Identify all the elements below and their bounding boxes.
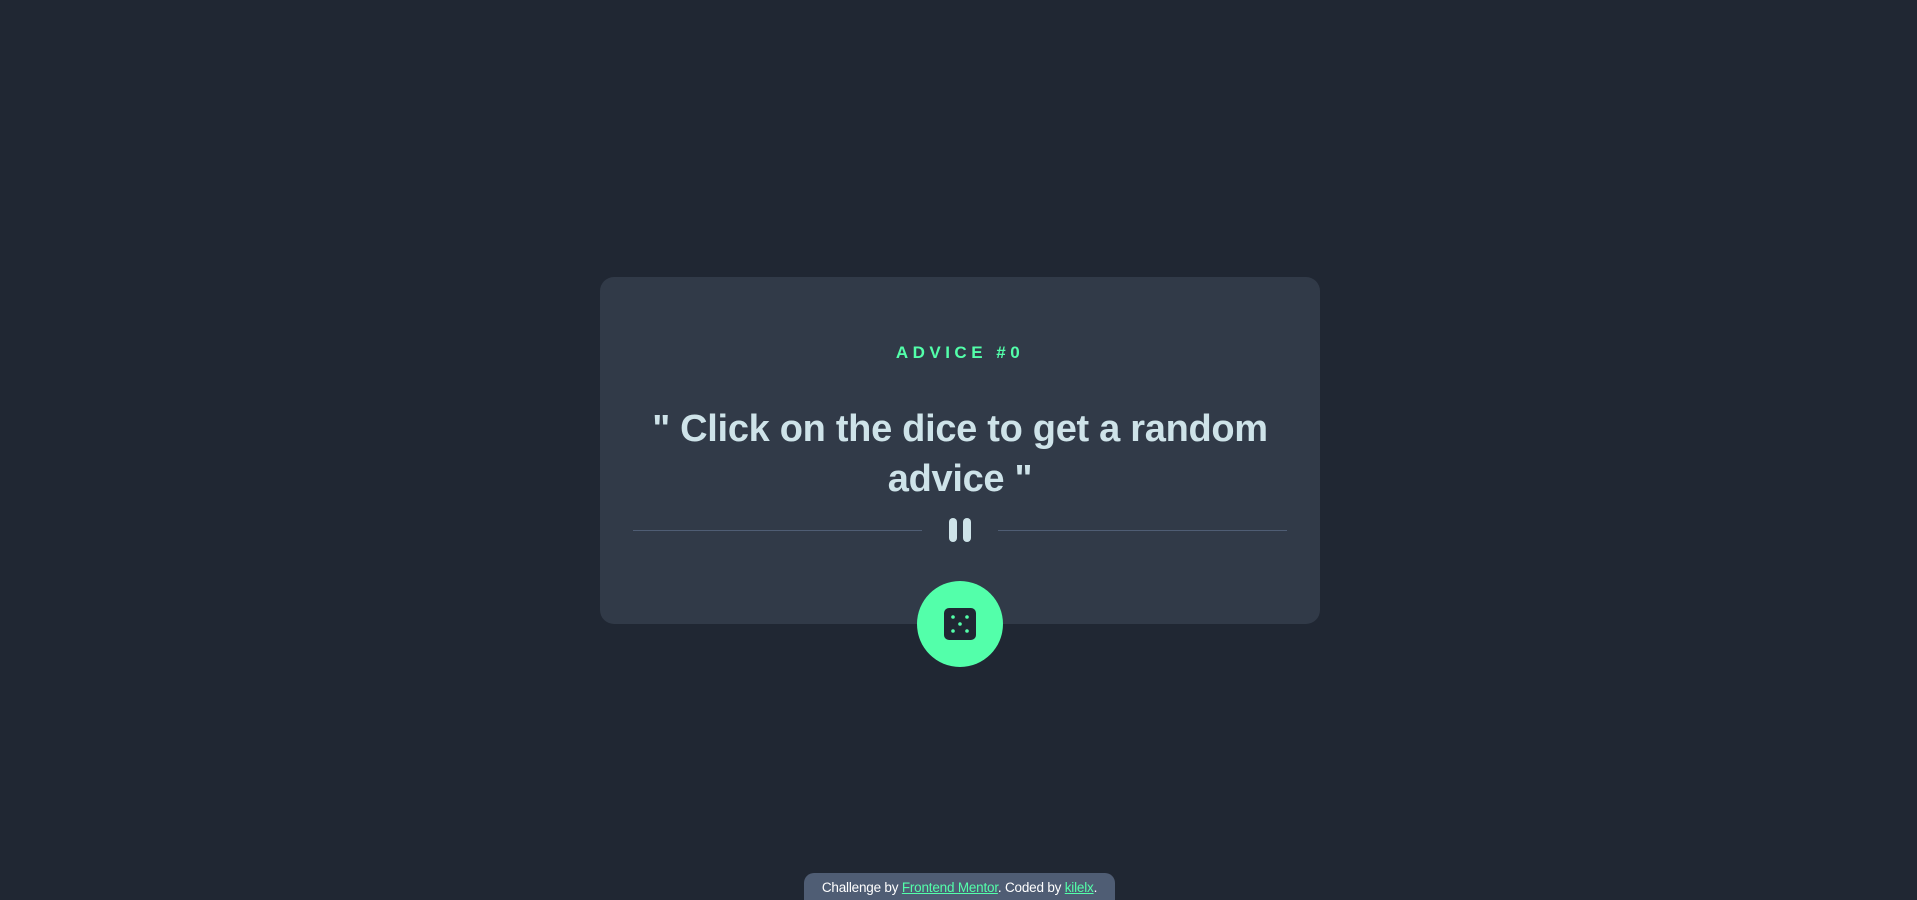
dice-button[interactable] — [917, 581, 1003, 667]
attribution-prefix: Challenge by — [821, 880, 902, 895]
frontend-mentor-link[interactable]: Frontend Mentor — [902, 880, 998, 895]
author-link[interactable]: kilelx — [1065, 880, 1094, 895]
divider — [633, 518, 1287, 542]
attribution-middle: . Coded by — [997, 880, 1065, 895]
divider-line-left — [633, 530, 922, 531]
pause-quote-icon — [949, 518, 971, 542]
divider-line-right — [998, 530, 1287, 531]
advice-id: ADVICE #0 — [895, 343, 1025, 362]
attribution-suffix: . — [1093, 880, 1098, 895]
dice-icon — [944, 608, 976, 640]
advice-text: " Click on the dice to get a random advi… — [652, 408, 1268, 500]
page: ADVICE #0 " Click on the dice to get a r… — [0, 0, 1917, 900]
advice-card: ADVICE #0 " Click on the dice to get a r… — [600, 277, 1320, 624]
attribution-footer: Challenge by Frontend Mentor. Coded by k… — [804, 873, 1115, 900]
